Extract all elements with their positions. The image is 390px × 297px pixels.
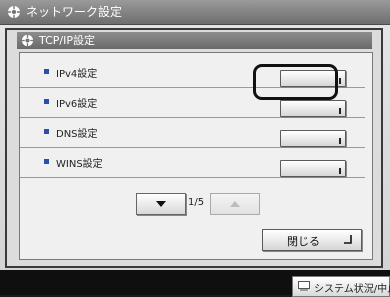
tcpip-settings-panel: TCP/IP設定 IPv4設定 IPv6設定 DNS設定 WINS設定 1/5 … <box>5 28 383 268</box>
list-item-ipv6: IPv6設定 <box>20 87 365 118</box>
list-item-ipv4: IPv4設定 <box>20 57 365 88</box>
screen: ネットワーク設定 TCP/IP設定 IPv4設定 IPv6設定 DNS設定 WI… <box>0 0 390 270</box>
panel-header: TCP/IP設定 <box>17 32 372 49</box>
dns-settings-button[interactable] <box>280 130 346 147</box>
network-settings-icon <box>8 6 20 18</box>
arrow-down-icon <box>156 201 166 207</box>
window-title-bar: ネットワーク設定 <box>0 0 390 25</box>
submenu-arrow-icon <box>339 108 341 114</box>
ipv6-settings-button[interactable] <box>280 100 346 117</box>
pager: 1/5 <box>124 193 260 215</box>
list-item-dns: DNS設定 <box>20 117 365 148</box>
item-label: DNS設定 <box>56 129 98 140</box>
system-status-label: システム状況/中止 <box>314 284 390 295</box>
window-title: ネットワーク設定 <box>26 5 123 19</box>
ipv4-settings-button[interactable] <box>280 70 346 87</box>
bullet-icon <box>44 69 49 74</box>
item-label: IPv6設定 <box>56 99 98 110</box>
wins-settings-button[interactable] <box>280 160 346 177</box>
monitor-icon <box>298 281 310 291</box>
submenu-arrow-icon <box>339 138 341 144</box>
submenu-arrow-icon <box>339 78 341 84</box>
status-bar: システム状況/中止 <box>0 270 390 297</box>
network-settings-icon <box>21 34 34 47</box>
list-item-wins: WINS設定 <box>20 147 365 178</box>
bullet-icon <box>44 129 49 134</box>
system-status-button[interactable]: システム状況/中止 <box>292 276 390 297</box>
arrow-up-icon <box>230 201 240 207</box>
bullet-icon <box>44 99 49 104</box>
page-indicator: 1/5 <box>188 197 205 208</box>
page-up-button[interactable] <box>210 193 260 215</box>
item-label: WINS設定 <box>56 159 103 170</box>
item-label: IPv4設定 <box>56 69 98 80</box>
submenu-arrow-icon <box>339 168 341 174</box>
enter-icon <box>344 235 352 244</box>
close-button-label: 閉じる <box>287 235 320 248</box>
bullet-icon <box>44 159 49 164</box>
panel-title: TCP/IP設定 <box>39 34 95 47</box>
close-button[interactable]: 閉じる <box>262 229 362 251</box>
page-down-button[interactable] <box>136 193 186 215</box>
